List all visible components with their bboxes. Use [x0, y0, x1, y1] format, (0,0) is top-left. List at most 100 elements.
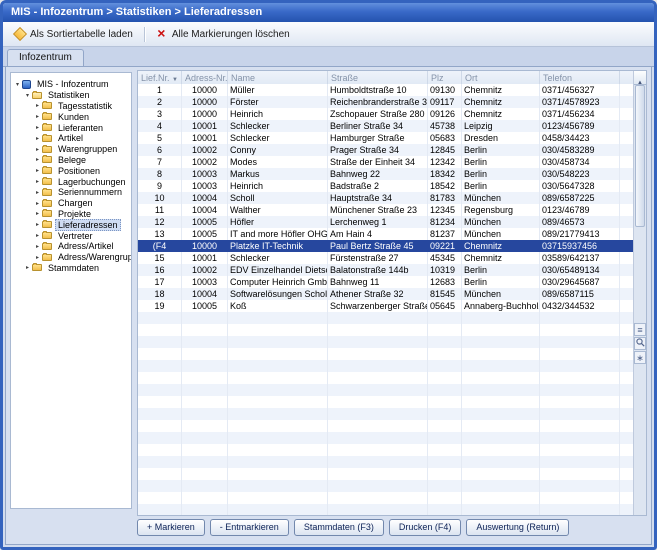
tree-item-adress-artikel[interactable]: ▸Adress/Artikel — [11, 241, 131, 252]
tree-item-mis-infozentrum[interactable]: ▾MIS - Infozentrum — [11, 79, 131, 90]
table-row[interactable]: 710002ModesStraße der Einheit 3412342Ber… — [138, 156, 633, 168]
tree-item-belege[interactable]: ▸Belege — [11, 155, 131, 166]
stammdaten-button[interactable]: Stammdaten (F3) — [294, 519, 384, 536]
tab-infozentrum[interactable]: Infozentrum — [7, 49, 84, 67]
column-header-name[interactable]: Name — [228, 71, 328, 84]
cell-telefon: 0123/456789 — [540, 120, 620, 132]
column-header-strasse[interactable]: Straße — [328, 71, 428, 84]
table-row[interactable]: 1510001SchleckerFürstenstraße 2745345Che… — [138, 252, 633, 264]
expand-arrow-icon[interactable]: ▸ — [33, 210, 42, 217]
folder-icon — [42, 135, 52, 142]
expand-arrow-icon[interactable]: ▸ — [33, 232, 42, 239]
expand-arrow-icon[interactable]: ▸ — [33, 124, 42, 131]
cell-strasse: Balatonstraße 144b — [328, 264, 428, 276]
tree-item-lieferanten[interactable]: ▸Lieferanten — [11, 122, 131, 133]
tree-item-projekte[interactable]: ▸Projekte — [11, 209, 131, 220]
expand-arrow-icon[interactable]: ▸ — [33, 113, 42, 120]
tree-item-artikel[interactable]: ▸Artikel — [11, 133, 131, 144]
tree-item-stammdaten[interactable]: ▸Stammdaten — [11, 263, 131, 274]
expand-arrow-icon[interactable]: ▸ — [33, 146, 42, 153]
expand-arrow-icon[interactable]: ▸ — [33, 189, 42, 196]
cell-strasse: Bahnweg 11 — [328, 276, 428, 288]
table-row[interactable]: 1710003Computer Heinrich GmbHBahnweg 111… — [138, 276, 633, 288]
toolbar-button-label: Alle Markierungen löschen — [172, 29, 290, 40]
expand-arrow-icon[interactable]: ▸ — [33, 102, 42, 109]
cell-telefon — [540, 456, 620, 468]
load-sort-table-button[interactable]: Als Sortiertabelle laden — [7, 23, 141, 45]
column-header-plz[interactable]: Plz — [428, 71, 462, 84]
expand-arrow-icon[interactable]: ▸ — [33, 254, 42, 261]
expand-arrow-icon[interactable]: ▸ — [33, 243, 42, 250]
column-header-lief_nr[interactable]: Lief.Nr. — [138, 71, 182, 84]
table-row[interactable]: 810003MarkusBahnweg 2218342Berlin030/548… — [138, 168, 633, 180]
cell-lief_nr — [138, 468, 182, 480]
table-row[interactable]: 310000HeinrichZschopauer Straße 28009126… — [138, 108, 633, 120]
entmarkieren-button[interactable]: - Entmarkieren — [210, 519, 289, 536]
title-bar[interactable]: MIS - Infozentrum > Statistiken > Liefer… — [3, 3, 654, 22]
table-row[interactable]: 910003HeinrichBadstraße 218542Berlin030/… — [138, 180, 633, 192]
drucken-button[interactable]: Drucken (F4) — [389, 519, 462, 536]
table-row[interactable]: 1810004Softwarelösungen Scholl GmbAthene… — [138, 288, 633, 300]
tree-item-vertreter[interactable]: ▸Vertreter — [11, 230, 131, 241]
cell-adress_nr: 10000 — [182, 84, 228, 96]
column-header-adress_nr[interactable]: Adress-Nr. — [182, 71, 228, 84]
cell-adress_nr: 10005 — [182, 228, 228, 240]
table-row[interactable]: 410001SchleckerBerliner Straße 3445738Le… — [138, 120, 633, 132]
tree-item-tagesstatistik[interactable]: ▸Tagesstatistik — [11, 101, 131, 112]
cell-filler — [620, 168, 633, 180]
magnifier-icon[interactable] — [634, 337, 646, 350]
cell-adress_nr — [182, 312, 228, 324]
cell-lief_nr: 16 — [138, 264, 182, 276]
cell-lief_nr — [138, 312, 182, 324]
expand-arrow-icon[interactable]: ▸ — [33, 167, 42, 174]
table-row[interactable]: 1610002EDV Einzelhandel Dietsch GmbBalat… — [138, 264, 633, 276]
collapse-arrow-icon[interactable]: ▾ — [23, 92, 32, 99]
asterisk-icon[interactable]: ∗ — [634, 351, 646, 364]
cell-filler — [620, 468, 633, 480]
expand-arrow-icon[interactable]: ▸ — [33, 200, 42, 207]
tab-strip: Infozentrum — [3, 47, 654, 67]
expand-arrow-icon[interactable]: ▸ — [23, 264, 32, 271]
table-row[interactable]: 210000FörsterReichenbranderstraße 309117… — [138, 96, 633, 108]
empty-row — [138, 384, 633, 396]
table-row[interactable]: 110000MüllerHumboldtstraße 1009130Chemni… — [138, 84, 633, 96]
tree-item-seriennummern[interactable]: ▸Seriennummern — [11, 187, 131, 198]
table-row[interactable]: 1210005HöflerLerchenweg 181234München089… — [138, 216, 633, 228]
scroll-thumb[interactable] — [635, 85, 645, 227]
table-row[interactable]: 1310005IT and more Höfler OHGAm Hain 481… — [138, 228, 633, 240]
cell-name: Höfler — [228, 216, 328, 228]
expand-arrow-icon[interactable]: ▸ — [33, 156, 42, 163]
tree-item-chargen[interactable]: ▸Chargen — [11, 198, 131, 209]
cell-strasse — [328, 348, 428, 360]
clear-marks-button[interactable]: Alle Markierungen löschen — [148, 23, 298, 45]
column-header-telefon[interactable]: Telefon — [540, 71, 620, 84]
toolbar-button-label: Als Sortiertabelle laden — [30, 29, 133, 40]
column-header-ort[interactable]: Ort — [462, 71, 540, 84]
tree-item-warengruppen[interactable]: ▸Warengruppen — [11, 144, 131, 155]
table-row[interactable]: 1910005KoßSchwarzenberger Straße05645Ann… — [138, 300, 633, 312]
markieren-button[interactable]: + Markieren — [137, 519, 205, 536]
expand-arrow-icon[interactable]: ▸ — [33, 135, 42, 142]
tree-item-statistiken[interactable]: ▾Statistiken — [11, 90, 131, 101]
tree-item-lagerbuchungen[interactable]: ▸Lagerbuchungen — [11, 176, 131, 187]
expand-arrow-icon[interactable]: ▸ — [33, 178, 42, 185]
auswertung-button[interactable]: Auswertung (Return) — [466, 519, 569, 536]
table-row[interactable]: 1110004WaltherMünchener Straße 2312345Re… — [138, 204, 633, 216]
collapse-arrow-icon[interactable]: ▾ — [13, 81, 22, 88]
vertical-scrollbar[interactable]: ≡∗ — [633, 71, 646, 515]
tree-item-kunden[interactable]: ▸Kunden — [11, 111, 131, 122]
table-row[interactable]: 610002ConnyPrager Straße 3412845Berlin03… — [138, 144, 633, 156]
tree-item-adress-warengruppen[interactable]: ▸Adress/Warengruppen — [11, 252, 131, 263]
cell-plz: 05683 — [428, 132, 462, 144]
expand-arrow-icon[interactable]: ▸ — [33, 221, 42, 228]
cell-name — [228, 408, 328, 420]
scroll-up-icon[interactable] — [634, 71, 646, 85]
columns-icon[interactable]: ≡ — [634, 323, 646, 336]
tree-item-positionen[interactable]: ▸Positionen — [11, 165, 131, 176]
tree-item-lieferadressen[interactable]: ▸Lieferadressen — [11, 219, 131, 230]
table-row[interactable]: 510001SchleckerHamburger Straße05683Dres… — [138, 132, 633, 144]
table-row[interactable]: 1010004SchollHauptstraße 3481783München0… — [138, 192, 633, 204]
cell-ort — [462, 420, 540, 432]
cell-filler — [620, 384, 633, 396]
table-row[interactable]: (F410000Platzke IT-TechnikPaul Bertz Str… — [138, 240, 633, 252]
